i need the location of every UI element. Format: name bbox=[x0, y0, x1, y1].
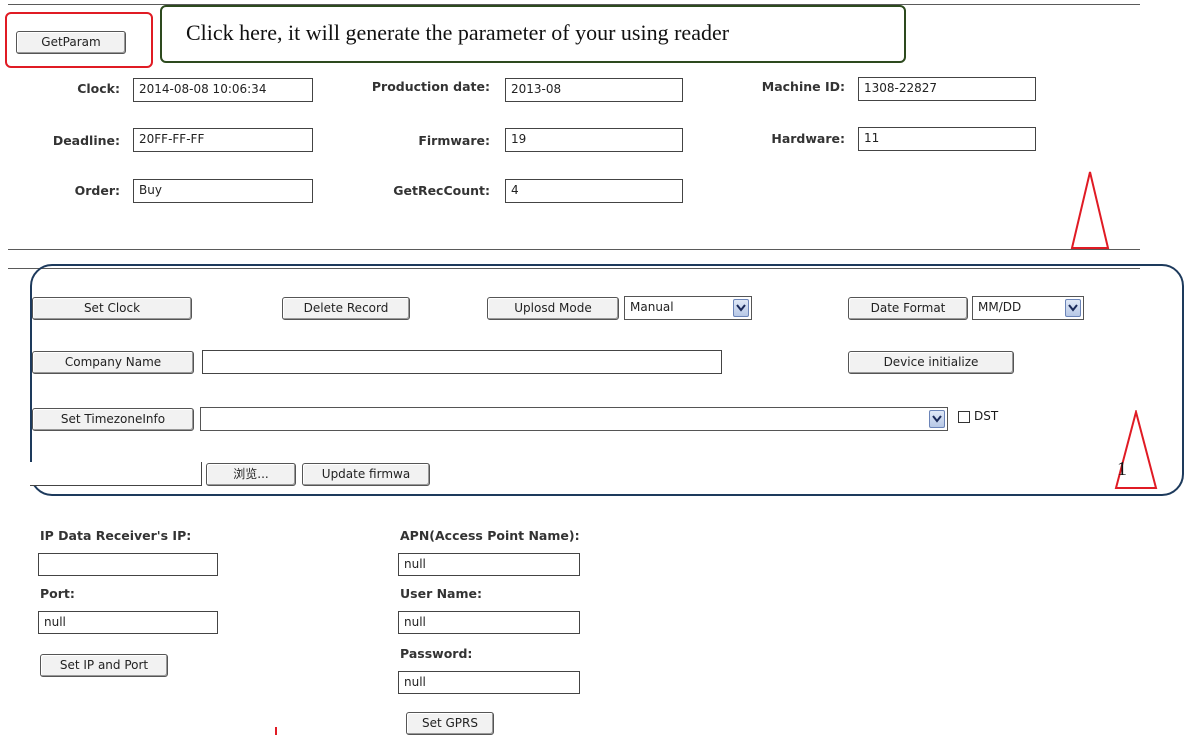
company-name-button[interactable]: Company Name bbox=[32, 351, 194, 374]
production-date-field[interactable]: 2013-08 bbox=[505, 78, 683, 102]
dst-label: DST bbox=[974, 409, 999, 423]
firmware-file-field[interactable] bbox=[30, 462, 202, 486]
date-format-select[interactable]: MM/DD bbox=[972, 296, 1084, 320]
port-field[interactable]: null bbox=[38, 611, 218, 634]
production-date-label: Production date: bbox=[371, 79, 490, 94]
user-name-label: User Name: bbox=[400, 586, 482, 601]
chevron-down-icon[interactable] bbox=[1065, 299, 1081, 317]
red-tick-mark bbox=[275, 727, 277, 735]
update-firmware-button[interactable]: Update firmwa bbox=[302, 463, 430, 486]
set-timezone-button[interactable]: Set TimezoneInfo bbox=[32, 408, 194, 431]
set-ip-port-button[interactable]: Set IP and Port bbox=[40, 654, 168, 677]
clock-label: Clock: bbox=[77, 81, 120, 96]
apn-field[interactable]: null bbox=[398, 553, 580, 576]
hardware-label: Hardware: bbox=[771, 131, 845, 146]
chevron-down-icon[interactable] bbox=[929, 410, 945, 428]
order-label: Order: bbox=[74, 183, 120, 198]
firmware-field[interactable]: 19 bbox=[505, 128, 683, 152]
browse-button[interactable]: 浏览... bbox=[206, 463, 296, 486]
chevron-down-icon[interactable] bbox=[733, 299, 749, 317]
clock-field[interactable]: 2014-08-08 10:06:34 bbox=[133, 78, 313, 102]
password-field[interactable]: null bbox=[398, 671, 580, 694]
date-format-button[interactable]: Date Format bbox=[848, 297, 968, 320]
getparam-button[interactable]: GetParam bbox=[16, 31, 126, 54]
port-label: Port: bbox=[40, 586, 75, 601]
set-gprs-button[interactable]: Set GPRS bbox=[406, 712, 494, 735]
marker-number: 1 bbox=[1117, 458, 1127, 480]
triangle-marker-upper bbox=[1070, 171, 1110, 249]
apn-label: APN(Access Point Name): bbox=[400, 528, 580, 543]
mid-divider-1 bbox=[8, 249, 1140, 250]
deadline-label: Deadline: bbox=[52, 133, 120, 148]
timezone-select[interactable] bbox=[200, 407, 948, 431]
upload-mode-button[interactable]: Uplosd Mode bbox=[487, 297, 619, 320]
ip-label: IP Data Receiver's IP: bbox=[40, 528, 192, 543]
company-name-field[interactable] bbox=[202, 350, 722, 374]
delete-record-button[interactable]: Delete Record bbox=[282, 297, 410, 320]
machine-id-field[interactable]: 1308-22827 bbox=[858, 77, 1036, 101]
upload-mode-select[interactable]: Manual bbox=[624, 296, 752, 320]
getreccount-label: GetRecCount: bbox=[393, 183, 490, 198]
firmware-label: Firmware: bbox=[418, 133, 490, 148]
device-initialize-button[interactable]: Device initialize bbox=[848, 351, 1014, 374]
ip-field[interactable] bbox=[38, 553, 218, 576]
getreccount-field[interactable]: 4 bbox=[505, 179, 683, 203]
dst-checkbox[interactable] bbox=[958, 411, 970, 423]
callout-text: Click here, it will generate the paramet… bbox=[186, 20, 730, 45]
user-name-field[interactable]: null bbox=[398, 611, 580, 634]
deadline-field[interactable]: 20FF-FF-FF bbox=[133, 128, 313, 152]
order-field[interactable]: Buy bbox=[133, 179, 313, 203]
set-clock-button[interactable]: Set Clock bbox=[32, 297, 192, 320]
date-format-selected: MM/DD bbox=[978, 300, 1022, 314]
password-label: Password: bbox=[400, 646, 473, 661]
hardware-field[interactable]: 11 bbox=[858, 127, 1036, 151]
upload-mode-selected: Manual bbox=[630, 300, 674, 314]
machine-id-label: Machine ID: bbox=[761, 79, 845, 94]
